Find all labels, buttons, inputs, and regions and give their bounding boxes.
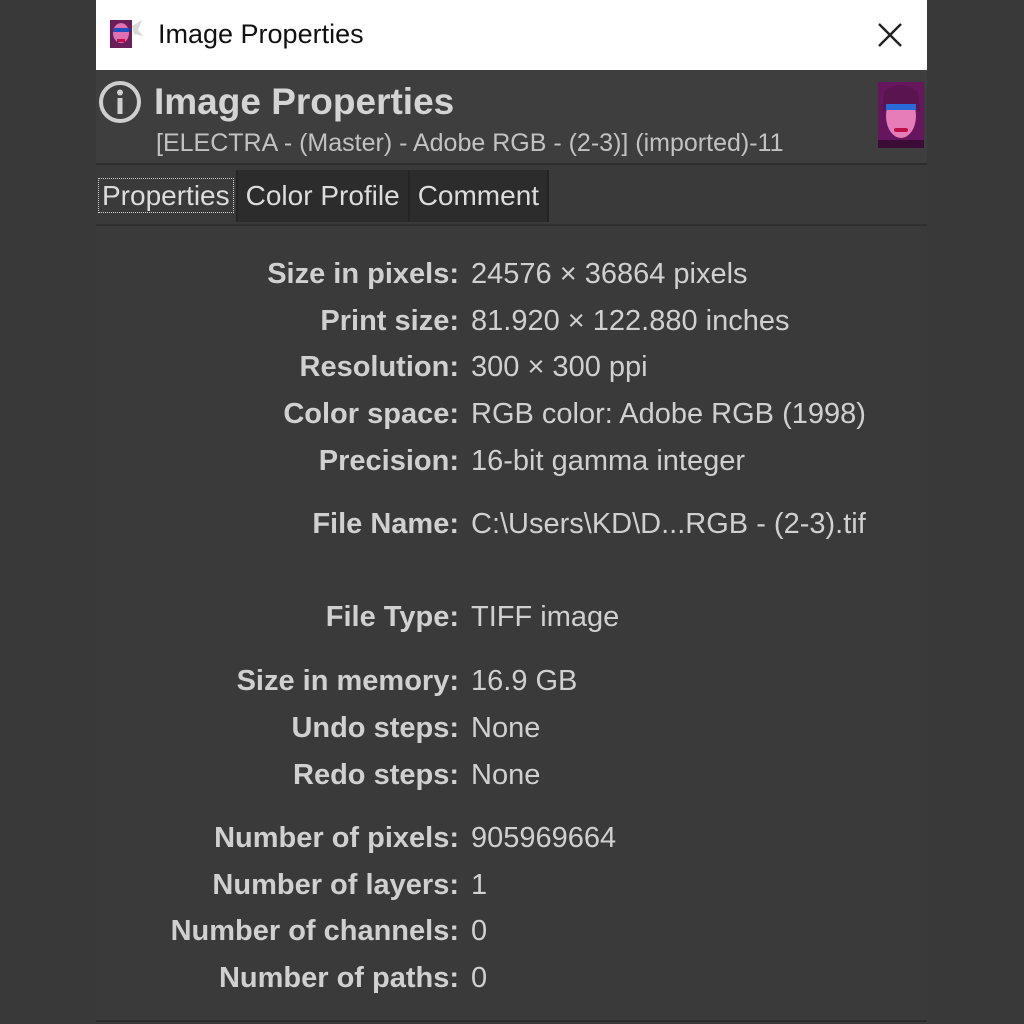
prop-redo-steps: Redo steps: None bbox=[96, 755, 927, 795]
prop-number-of-channels: Number of channels: 0 bbox=[96, 911, 927, 951]
dialog-title: Image Properties bbox=[154, 81, 455, 122]
prop-label: Undo steps: bbox=[291, 712, 459, 744]
prop-label: Number of channels: bbox=[170, 915, 459, 947]
prop-file-type: File Type: TIFF image bbox=[96, 597, 927, 637]
tab-properties[interactable]: Properties bbox=[96, 170, 238, 222]
prop-value: None bbox=[471, 712, 541, 744]
prop-label: Precision: bbox=[318, 445, 459, 477]
prop-value: 0 bbox=[471, 962, 488, 994]
prop-label: Size in pixels: bbox=[267, 258, 459, 290]
prop-label: Number of layers: bbox=[212, 869, 459, 901]
prop-value: TIFF image bbox=[471, 601, 620, 633]
tab-comment-label: Comment bbox=[417, 180, 540, 211]
close-x-icon bbox=[878, 23, 902, 47]
prop-number-of-pixels: Number of pixels: 905969664 bbox=[96, 818, 927, 858]
prop-label: Number of paths: bbox=[218, 962, 459, 994]
prop-undo-steps: Undo steps: None bbox=[96, 708, 927, 748]
dialog-header: Image Properties [ELECTRA - (Master) - A… bbox=[96, 70, 927, 165]
tab-color-profile[interactable]: Color Profile bbox=[237, 170, 410, 222]
tab-divider bbox=[96, 224, 927, 226]
prop-file-name: File Name: C:\Users\KD\D...RGB - (2-3).t… bbox=[96, 504, 927, 544]
prop-size-in-pixels: Size in pixels: 24576 × 36864 pixels bbox=[96, 254, 927, 294]
close-button[interactable] bbox=[863, 8, 917, 62]
prop-label: File Name: bbox=[312, 508, 459, 540]
gimp-image-icon bbox=[108, 16, 144, 52]
prop-value: None bbox=[471, 759, 541, 791]
image-properties-dialog: Image Properties [ELECTRA - (Master) - A… bbox=[96, 70, 927, 1024]
prop-size-in-memory: Size in memory: 16.9 GB bbox=[96, 661, 927, 701]
window-title: Image Properties bbox=[158, 19, 364, 49]
prop-label: Number of pixels: bbox=[214, 822, 459, 854]
dialog-bottom-divider bbox=[96, 1020, 927, 1022]
prop-value: 300 × 300 ppi bbox=[471, 351, 648, 383]
image-name-subtitle: [ELECTRA - (Master) - Adobe RGB - (2-3)]… bbox=[156, 129, 784, 157]
prop-label: Redo steps: bbox=[293, 759, 459, 791]
prop-value[interactable]: C:\Users\KD\D...RGB - (2-3).tif bbox=[471, 504, 866, 544]
prop-value: 16.9 GB bbox=[471, 665, 578, 697]
screen: Image Properties Image Properties [ELECT… bbox=[0, 0, 1024, 1024]
prop-label: Resolution: bbox=[299, 351, 460, 383]
prop-label: File Type: bbox=[325, 601, 459, 633]
prop-value: RGB color: Adobe RGB (1998) bbox=[471, 398, 866, 430]
prop-value: 81.920 × 122.880 inches bbox=[471, 305, 790, 337]
prop-precision: Precision: 16-bit gamma integer bbox=[96, 441, 927, 481]
prop-value: 0 bbox=[471, 915, 488, 947]
prop-resolution: Resolution: 300 × 300 ppi bbox=[96, 347, 927, 387]
prop-label: Size in memory: bbox=[236, 665, 459, 697]
prop-color-space: Color space: RGB color: Adobe RGB (1998) bbox=[96, 394, 927, 434]
tab-properties-label: Properties bbox=[98, 178, 234, 213]
prop-number-of-layers: Number of layers: 1 bbox=[96, 865, 927, 905]
prop-value: 24576 × 36864 pixels bbox=[471, 258, 748, 290]
tab-bar: Properties Color Profile Comment bbox=[96, 170, 550, 226]
prop-label: Print size: bbox=[320, 305, 459, 337]
prop-label: Color space: bbox=[283, 398, 459, 430]
prop-print-size: Print size: 81.920 × 122.880 inches bbox=[96, 301, 927, 341]
image-thumbnail bbox=[878, 82, 924, 148]
prop-value: 905969664 bbox=[471, 822, 617, 854]
tab-comment[interactable]: Comment bbox=[409, 170, 550, 222]
prop-number-of-paths: Number of paths: 0 bbox=[96, 958, 927, 998]
prop-value: 16-bit gamma integer bbox=[471, 445, 746, 477]
info-icon bbox=[99, 81, 141, 123]
prop-value: 1 bbox=[471, 869, 488, 901]
window-titlebar[interactable]: Image Properties bbox=[96, 0, 927, 70]
tab-color-profile-label: Color Profile bbox=[245, 180, 400, 211]
